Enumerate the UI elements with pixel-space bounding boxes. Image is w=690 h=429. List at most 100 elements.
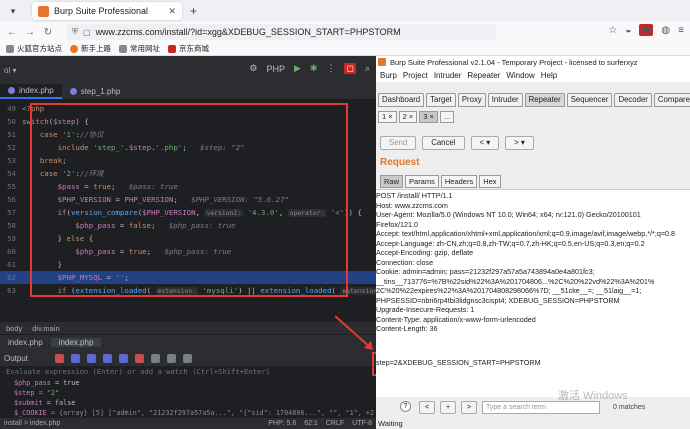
bookmark-item[interactable]: 新手上路	[70, 43, 111, 54]
status-encoding[interactable]: UTF-8	[352, 420, 372, 427]
tab-hex[interactable]: Hex	[479, 175, 501, 188]
status-path[interactable]: install > index.php	[4, 420, 60, 427]
shield-icon[interactable]: ⛨	[72, 27, 78, 37]
debug-toolbar: Output	[0, 350, 376, 366]
output-label[interactable]: Output	[4, 354, 28, 363]
burp-status: Waiting	[376, 418, 690, 429]
menu-burp[interactable]: Burp	[380, 71, 397, 80]
menu-icon[interactable]: ≡	[678, 25, 684, 36]
step-into-icon[interactable]	[87, 353, 97, 363]
bookmark-item[interactable]: 京东商城	[168, 43, 209, 54]
request-editor[interactable]: POST /install/ HTTP/1.1 Host: www.zzcms.…	[376, 189, 690, 397]
breadcrumb-item[interactable]: div.main	[32, 324, 59, 333]
step-out-icon[interactable]	[119, 353, 129, 363]
breadcrumb-item[interactable]: body	[6, 324, 22, 333]
search-icon[interactable]: ⌕	[365, 63, 370, 74]
variable-row[interactable]: $submit = false	[0, 398, 376, 408]
repeater-actions: Send Cancel < ▾ > ▾	[380, 136, 534, 150]
status-position[interactable]: 62:1	[304, 420, 318, 427]
browser-tab[interactable]: Burp Suite Professional ✕	[32, 2, 182, 20]
project-label: ol ▾	[4, 65, 17, 75]
listen-debug-icon[interactable]: ◻	[344, 63, 356, 74]
history-forward-button[interactable]: > ▾	[505, 136, 534, 150]
extension-icon[interactable]: ▣	[639, 24, 654, 36]
menu-repeater[interactable]: Repeater	[467, 71, 500, 80]
request-line: Cookie: admin=admin; pass=21232f297a57a5…	[376, 267, 595, 276]
search-next-button[interactable]: >	[461, 400, 477, 414]
tab-repeater[interactable]: Repeater	[524, 93, 565, 107]
url-text[interactable]: www.zzcms.com/install/?id=xgg&XDEBUG_SES…	[96, 27, 401, 37]
search-prev-button[interactable]: <	[419, 400, 435, 414]
repeater-tab-new[interactable]: ...	[439, 111, 455, 123]
history-back-button[interactable]: < ▾	[470, 136, 500, 150]
menu-intruder[interactable]: Intruder	[434, 71, 462, 80]
debug-tab[interactable]: index.php	[0, 338, 51, 347]
bookmark-item[interactable]: 常用网址	[119, 43, 160, 54]
tab-target[interactable]: Target	[426, 93, 456, 107]
variable-row[interactable]: $php_pass = true	[0, 378, 376, 388]
request-line: Accept: text/html,application/xhtml+xml,…	[376, 229, 676, 238]
tab-decoder[interactable]: Decoder	[614, 93, 652, 107]
breakpoint-icon[interactable]	[135, 353, 145, 363]
tab-dashboard[interactable]: Dashboard	[378, 93, 425, 107]
more-icon[interactable]: ⋮	[326, 63, 335, 74]
page-info-icon[interactable]: ▢	[83, 28, 91, 37]
url-bar[interactable]: ⛨ ▢ www.zzcms.com/install/?id=xgg&XDEBUG…	[66, 24, 496, 40]
tab-intruder[interactable]: Intruder	[487, 93, 523, 107]
debug-tab-active[interactable]: index.php	[50, 338, 102, 347]
force-step-into-icon[interactable]	[103, 353, 113, 363]
stop-icon[interactable]	[55, 353, 65, 363]
settings-icon[interactable]	[183, 353, 193, 363]
run-config-select[interactable]: PHP	[266, 64, 285, 74]
variable-row[interactable]: $step = "2"	[0, 388, 376, 398]
tab-index-php[interactable]: index.php	[0, 84, 62, 99]
evaluate-expression-input[interactable]: Evaluate expression (Enter) or add a wat…	[0, 366, 376, 378]
debug-bug-icon[interactable]: ⚙	[249, 63, 257, 74]
close-tab-icon[interactable]: ✕	[168, 6, 176, 17]
tab-sequencer[interactable]: Sequencer	[566, 93, 613, 107]
evaluate-icon[interactable]	[167, 353, 177, 363]
bookmark-item[interactable]: 火狐官方站点	[6, 43, 62, 54]
repeater-tab-1[interactable]: 1 ×	[378, 111, 397, 123]
search-bar: < + > Type a search term 0 matches	[376, 399, 690, 415]
request-line: Accept-Encoding: gzip, deflate	[376, 248, 474, 257]
menu-window[interactable]: Window	[506, 71, 534, 80]
cancel-button[interactable]: Cancel	[422, 136, 465, 150]
bookmarks-bar: 火狐官方站点 新手上路 常用网址 京东商城	[0, 42, 690, 56]
tab-headers[interactable]: Headers	[440, 175, 478, 188]
status-line-endings[interactable]: CRLF	[326, 420, 344, 427]
request-line: User-Agent: Mozilla/5.0 (Windows NT 10.0…	[376, 210, 641, 219]
new-tab-icon[interactable]: +	[190, 4, 197, 18]
mute-breakpoints-icon[interactable]	[151, 353, 161, 363]
tab-comparer[interactable]: Comparer	[653, 93, 690, 107]
activate-windows-watermark: 激活 Windows	[558, 390, 628, 402]
tab-raw[interactable]: Raw	[380, 175, 404, 188]
request-line: Host: www.zzcms.com	[376, 200, 448, 210]
tab-step-1-php[interactable]: step_1.php	[62, 84, 129, 99]
pocket-icon[interactable]: ◒	[625, 25, 631, 36]
send-button[interactable]: Send	[380, 136, 417, 150]
menu-help[interactable]: Help	[541, 71, 557, 80]
star-icon[interactable]: ☆	[608, 25, 617, 36]
variable-row[interactable]: $_COOKIE = {array} [5] ["admin", "21232f…	[0, 408, 399, 418]
repeater-tab-3[interactable]: 3 ×	[419, 111, 438, 123]
status-php-version[interactable]: PHP: 5.6	[268, 420, 296, 427]
account-icon[interactable]: ◍	[661, 25, 670, 36]
run-icon[interactable]: ▶	[294, 63, 301, 74]
back-icon[interactable]: ←	[6, 27, 18, 38]
step-over-icon[interactable]	[71, 353, 81, 363]
search-add-button[interactable]: +	[440, 400, 456, 414]
ide-status-bar: install > index.php PHP: 5.6 62:1 CRLF U…	[0, 418, 376, 429]
forward-icon[interactable]: →	[24, 27, 36, 38]
burp-menu-bar: Burp Project Intruder Repeater Window He…	[376, 68, 690, 82]
ide-toolbar: ol ▾ ⚙ PHP ▶ ✱ ⋮ ◻ ⌕	[0, 56, 376, 84]
debug-icon[interactable]: ✱	[310, 63, 318, 74]
request-view-tabs: Raw Params Headers Hex	[380, 175, 501, 188]
menu-project[interactable]: Project	[403, 71, 428, 80]
repeater-tab-2[interactable]: 2 ×	[398, 111, 418, 123]
tab-list-icon[interactable]: ▾	[6, 4, 20, 18]
reload-icon[interactable]: ↻	[42, 27, 54, 38]
tab-params[interactable]: Params	[405, 175, 439, 188]
request-line: Upgrade-Insecure-Requests: 1	[376, 305, 475, 314]
tab-proxy[interactable]: Proxy	[457, 93, 486, 107]
